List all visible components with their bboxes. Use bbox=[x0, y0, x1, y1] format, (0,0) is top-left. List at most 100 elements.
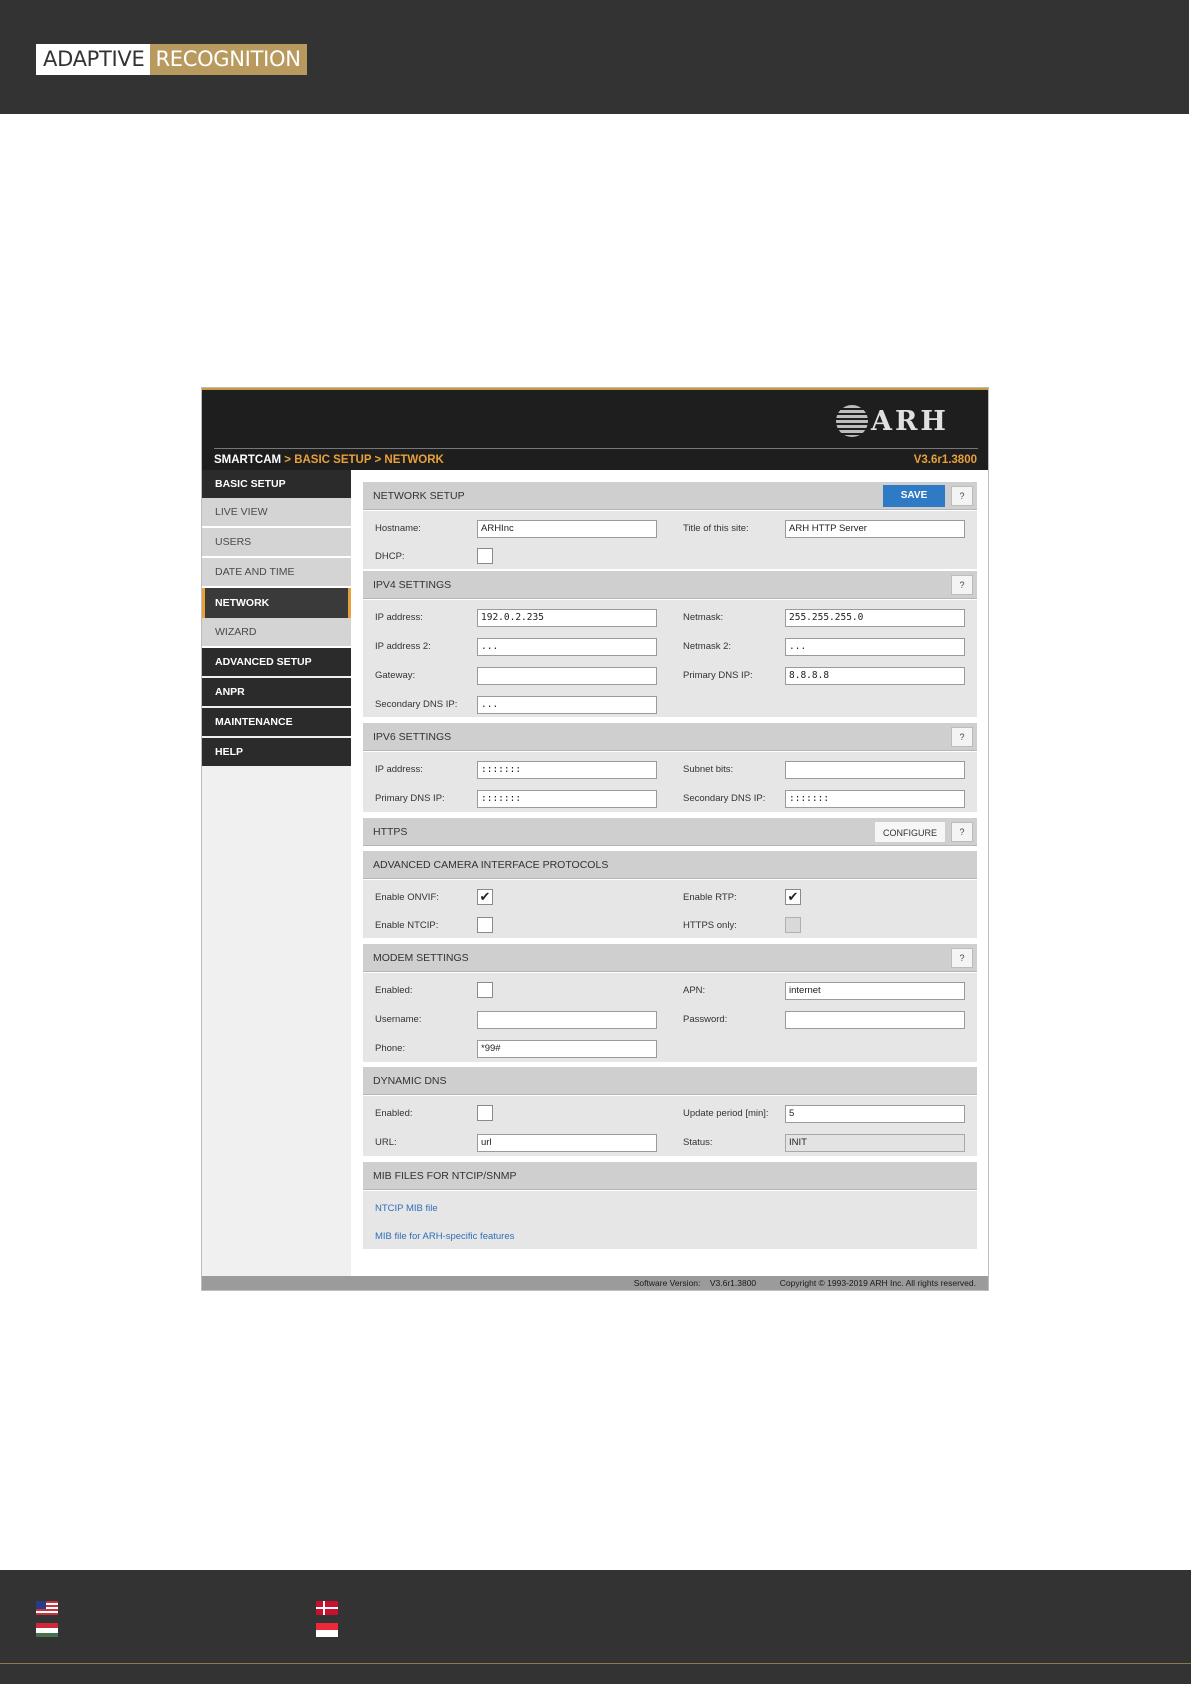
sidebar-item-help[interactable]: HELP bbox=[202, 738, 351, 766]
topbar-divider bbox=[214, 448, 978, 449]
app-status-bar: Software Version: V3.6r1.3800 Copyright … bbox=[202, 1276, 988, 1290]
username-label: Username: bbox=[375, 1014, 422, 1025]
ipv6-subnet-label: Subnet bits: bbox=[683, 764, 734, 775]
checkmark-icon: ✔ bbox=[787, 889, 799, 904]
ipv4-netmask-input[interactable]: 255.255.255.0 bbox=[785, 609, 965, 627]
apn-label: APN: bbox=[683, 985, 706, 996]
phone-input[interactable]: *99# bbox=[477, 1040, 657, 1058]
ddns-enabled-checkbox[interactable] bbox=[477, 1105, 493, 1121]
section-title: MODEM SETTINGS bbox=[373, 952, 469, 964]
status-field: INIT bbox=[785, 1134, 965, 1152]
configure-https-button[interactable]: CONFIGURE bbox=[874, 821, 946, 843]
sidebar-item-anpr[interactable]: ANPR bbox=[202, 678, 351, 706]
ipv4-dns2-label: Secondary DNS IP: bbox=[375, 699, 458, 710]
update-period-input[interactable]: 5 bbox=[785, 1105, 965, 1123]
https-only-checkbox bbox=[785, 917, 801, 933]
onvif-checkbox[interactable]: ✔ bbox=[477, 889, 493, 905]
site-title-label: Title of this site: bbox=[683, 523, 749, 534]
ipv6-ip-label: IP address: bbox=[375, 764, 423, 775]
section-modem-body: Enabled: APN: internet Username: Passwor… bbox=[363, 973, 977, 1062]
ipv4-ip-input[interactable]: 192.0.2.235 bbox=[477, 609, 657, 627]
help-button[interactable]: ? bbox=[951, 486, 973, 506]
section-network-setup-body: Hostname: ARHInc Title of this site: ARH… bbox=[363, 511, 977, 569]
ntcip-checkbox[interactable] bbox=[477, 917, 493, 933]
ipv4-ip-label: IP address: bbox=[375, 612, 423, 623]
url-input[interactable]: url bbox=[477, 1134, 657, 1152]
ipv4-dns2-input[interactable]: ... bbox=[477, 696, 657, 714]
help-button[interactable]: ? bbox=[951, 727, 973, 747]
onvif-label: Enable ONVIF: bbox=[375, 892, 439, 903]
help-button[interactable]: ? bbox=[951, 575, 973, 595]
modem-enabled-checkbox[interactable] bbox=[477, 982, 493, 998]
dhcp-label: DHCP: bbox=[375, 551, 405, 562]
ipv4-dns1-input[interactable]: 8.8.8.8 bbox=[785, 667, 965, 685]
section-protocols-body: Enable ONVIF: ✔ Enable RTP: ✔ Enable NTC… bbox=[363, 880, 977, 938]
sidebar-item-live-view[interactable]: LIVE VIEW bbox=[202, 498, 351, 528]
dhcp-checkbox[interactable] bbox=[477, 548, 493, 564]
section-protocols-header: ADVANCED CAMERA INTERFACE PROTOCOLS bbox=[363, 851, 977, 879]
apn-input[interactable]: internet bbox=[785, 982, 965, 1000]
section-title: DYNAMIC DNS bbox=[373, 1075, 447, 1087]
site-title-input[interactable]: ARH HTTP Server bbox=[785, 520, 965, 538]
ipv4-netmask2-input[interactable]: ... bbox=[785, 638, 965, 656]
arh-mib-link[interactable]: MIB file for ARH-specific features bbox=[375, 1231, 514, 1242]
section-mib-body: NTCIP MIB file MIB file for ARH-specific… bbox=[363, 1191, 977, 1249]
sidebar-item-basic-setup[interactable]: BASIC SETUP bbox=[202, 470, 351, 498]
ntcip-mib-link[interactable]: NTCIP MIB file bbox=[375, 1203, 438, 1214]
breadcrumb-separator: > bbox=[371, 454, 385, 466]
sidebar-item-date-and-time[interactable]: DATE AND TIME bbox=[202, 558, 351, 588]
hostname-input[interactable]: ARHInc bbox=[477, 520, 657, 538]
section-ddns-body: Enabled: Update period [min]: 5 URL: url… bbox=[363, 1096, 977, 1156]
section-title: IPV6 SETTINGS bbox=[373, 731, 452, 743]
https-only-label: HTTPS only: bbox=[683, 920, 737, 931]
breadcrumb-root[interactable]: SMARTCAM bbox=[214, 454, 281, 466]
sidebar-item-wizard[interactable]: WIZARD bbox=[202, 618, 351, 648]
denmark-flag-icon bbox=[316, 1601, 338, 1615]
help-button[interactable]: ? bbox=[951, 948, 973, 968]
ntcip-label: Enable NTCIP: bbox=[375, 920, 439, 931]
logo-left-text: ADAPTIVE bbox=[36, 44, 151, 75]
sidebar-item-advanced-setup[interactable]: ADVANCED SETUP bbox=[202, 648, 351, 676]
ipv6-ip-input[interactable]: ::::::: bbox=[477, 761, 657, 779]
ipv4-ip2-label: IP address 2: bbox=[375, 641, 431, 652]
phone-label: Phone: bbox=[375, 1043, 406, 1054]
arh-logo-text: ARH bbox=[871, 406, 949, 437]
arh-globe-icon bbox=[836, 405, 868, 437]
singapore-flag-icon bbox=[316, 1623, 338, 1637]
sidebar-item-users[interactable]: USERS bbox=[202, 528, 351, 558]
document-footer bbox=[0, 1570, 1191, 1684]
ipv6-dns2-input[interactable]: ::::::: bbox=[785, 790, 965, 808]
sidebar-item-maintenance[interactable]: MAINTENANCE bbox=[202, 708, 351, 736]
breadcrumb-basic-setup[interactable]: BASIC SETUP bbox=[294, 454, 371, 466]
us-flag-icon bbox=[36, 1601, 58, 1615]
ipv4-dns1-label: Primary DNS IP: bbox=[683, 670, 753, 681]
ipv4-gateway-input[interactable] bbox=[477, 667, 657, 685]
flag-cross-h bbox=[316, 1607, 338, 1609]
ipv6-dns1-input[interactable]: ::::::: bbox=[477, 790, 657, 808]
ipv6-dns1-label: Primary DNS IP: bbox=[375, 793, 445, 804]
camera-web-ui: ARH SMARTCAM > BASIC SETUP > NETWORK V3.… bbox=[201, 387, 989, 1291]
ipv4-ip2-input[interactable]: ... bbox=[477, 638, 657, 656]
section-mib-header: MIB FILES FOR NTCIP/SNMP bbox=[363, 1162, 977, 1190]
rtp-checkbox[interactable]: ✔ bbox=[785, 889, 801, 905]
sidebar-item-network[interactable]: NETWORK bbox=[202, 588, 351, 618]
password-input[interactable] bbox=[785, 1011, 965, 1029]
save-button[interactable]: SAVE bbox=[883, 485, 945, 507]
ddns-enabled-label: Enabled: bbox=[375, 1108, 413, 1119]
hostname-label: Hostname: bbox=[375, 523, 421, 534]
sidebar: BASIC SETUP LIVE VIEW USERS DATE AND TIM… bbox=[202, 470, 351, 1276]
modem-enabled-label: Enabled: bbox=[375, 985, 413, 996]
ipv4-netmask-label: Netmask: bbox=[683, 612, 724, 623]
username-input[interactable] bbox=[477, 1011, 657, 1029]
section-title: IPV4 SETTINGS bbox=[373, 579, 452, 591]
password-label: Password: bbox=[683, 1014, 728, 1025]
help-button[interactable]: ? bbox=[951, 822, 973, 842]
ipv4-netmask2-label: Netmask 2: bbox=[683, 641, 732, 652]
app-topbar: ARH SMARTCAM > BASIC SETUP > NETWORK V3.… bbox=[202, 388, 988, 470]
document-header: ADAPTIVE RECOGNITION bbox=[0, 0, 1191, 114]
section-ipv4-header: IPV4 SETTINGS ? bbox=[363, 571, 977, 599]
section-modem-header: MODEM SETTINGS ? bbox=[363, 944, 977, 972]
section-ddns-header: DYNAMIC DNS bbox=[363, 1067, 977, 1095]
ipv6-subnet-input[interactable] bbox=[785, 761, 965, 779]
status-label: Status: bbox=[683, 1137, 713, 1148]
